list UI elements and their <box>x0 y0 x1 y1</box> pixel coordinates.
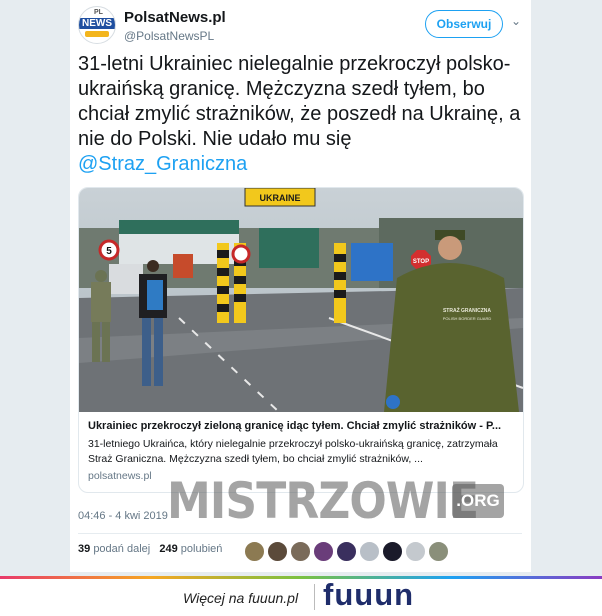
watermark-org: .ORG <box>452 484 504 518</box>
liker-avatar[interactable] <box>244 541 265 562</box>
ukraine-sign-text: UKRAINE <box>259 193 300 203</box>
tweet-text: 31-letni Ukrainiec nielegalnie przekrocz… <box>78 52 530 177</box>
footer-separator <box>314 584 315 610</box>
card-image: UKRAINE 5 STOP STRAŻ GRANICZNA POLISH BO… <box>79 188 523 412</box>
tweet-body: 31-letni Ukrainiec nielegalnie przekrocz… <box>78 53 521 150</box>
card-url[interactable]: polsatnews.pl <box>88 470 152 482</box>
liker-avatar[interactable] <box>405 541 426 562</box>
stop-sign-text: STOP <box>413 259 429 265</box>
avatar-news-text: NEWS <box>79 18 115 29</box>
account-name[interactable]: PolsatNews.pl <box>124 9 226 26</box>
tweet-container: PL NEWS PolsatNews.pl @PolsatNewsPL Obse… <box>70 0 531 572</box>
guard-patch-line1: STRAŻ GRANICZNA <box>443 307 491 314</box>
mention-link[interactable]: @Straz_Graniczna <box>78 152 530 177</box>
divider <box>78 533 522 534</box>
liker-avatar[interactable] <box>267 541 288 562</box>
speed-limit-text: 5 <box>106 246 112 257</box>
color-stripe <box>0 576 602 579</box>
avatar-accent <box>85 31 109 37</box>
like-count[interactable]: 249 <box>159 543 177 555</box>
card-title[interactable]: Ukrainiec przekroczył zieloną granicę id… <box>88 420 501 432</box>
liker-avatar[interactable] <box>290 541 311 562</box>
chevron-down-icon[interactable]: ⌄ <box>511 14 521 28</box>
tweet-timestamp[interactable]: 04:46 - 4 kwi 2019 <box>78 510 168 522</box>
liker-avatar[interactable] <box>428 541 449 562</box>
account-avatar[interactable]: PL NEWS <box>78 6 116 44</box>
liker-avatar[interactable] <box>382 541 403 562</box>
watermark-text: MISTRZOWIE <box>167 472 479 530</box>
liker-avatar[interactable] <box>359 541 380 562</box>
engagement-stats: 39 podań dalej 249 polubień <box>78 543 222 555</box>
card-description: 31-letniego Ukraińca, który nielegalnie … <box>88 438 498 465</box>
link-card[interactable]: UKRAINE 5 STOP STRAŻ GRANICZNA POLISH BO… <box>78 187 524 493</box>
retweet-count[interactable]: 39 <box>78 543 90 555</box>
liker-avatar[interactable] <box>313 541 334 562</box>
follow-button[interactable]: Obserwuj <box>425 10 503 38</box>
retweet-label[interactable]: podań dalej <box>93 543 150 555</box>
liker-avatar[interactable] <box>336 541 357 562</box>
avatar-pl-text: PL <box>94 9 103 16</box>
guard-patch-line2: POLISH BORDER GUARD <box>443 316 492 321</box>
account-handle[interactable]: @PolsatNewsPL <box>124 29 214 43</box>
footer-more-link[interactable]: Więcej na fuuun.pl <box>183 590 298 606</box>
like-label[interactable]: polubień <box>181 543 223 555</box>
fuuun-logo[interactable]: fuuun <box>323 577 414 613</box>
